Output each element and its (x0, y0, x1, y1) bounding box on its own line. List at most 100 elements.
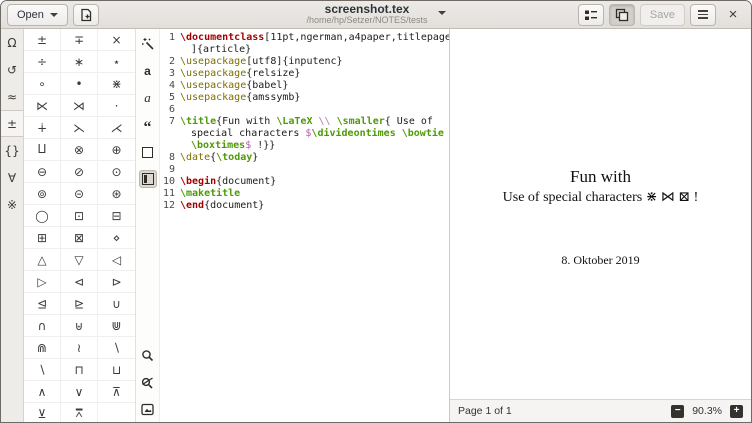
code-line[interactable]: 12\end{document} (160, 200, 449, 212)
code-line[interactable]: \boxtimes$ !}} (160, 140, 449, 152)
code-line[interactable]: special characters $\divideontimes \bowt… (160, 128, 449, 140)
symbol-button[interactable]: ÷ (24, 51, 61, 73)
italic-button[interactable]: a (139, 89, 157, 107)
symbol-button[interactable]: ⋇ (98, 73, 135, 95)
code-line[interactable]: 8\date{\today} (160, 152, 449, 164)
sidebar-category-misc-math[interactable]: ∀ (1, 164, 23, 191)
symbol-button[interactable]: ⊼ (98, 381, 135, 403)
symbol-button[interactable]: ∔ (24, 117, 61, 139)
symbol-button[interactable]: ⋆ (98, 51, 135, 73)
code-line[interactable]: 11\maketitle (160, 188, 449, 200)
symbol-button[interactable]: ⊠ (61, 227, 98, 249)
symbol-button[interactable]: ⊕ (98, 139, 135, 161)
symbol-button[interactable]: ∘ (24, 73, 61, 95)
symbol-button[interactable]: ⊟ (98, 205, 135, 227)
symbol-button[interactable]: ⊳ (98, 271, 135, 293)
symbol-button[interactable]: ⊘ (61, 161, 98, 183)
zoom-in-button[interactable]: + (730, 405, 743, 418)
code-line[interactable]: 5\usepackage{amssymb} (160, 92, 449, 104)
symbol-button[interactable]: ⊖ (24, 161, 61, 183)
insert-image-button[interactable] (139, 400, 157, 418)
code-line[interactable]: 6 (160, 104, 449, 116)
code-line[interactable]: 2\usepackage[utf8]{inputenc} (160, 56, 449, 68)
symbol-button[interactable]: ∧ (24, 381, 61, 403)
symbol-button[interactable]: • (61, 73, 98, 95)
wizard-button[interactable] (139, 35, 157, 53)
symbol-button[interactable]: ∪ (98, 293, 135, 315)
symbol-button[interactable]: ⋒ (24, 337, 61, 359)
symbol-button[interactable]: ▽ (61, 249, 98, 271)
symbol-button[interactable]: ⋌ (98, 117, 135, 139)
symbol-button[interactable]: ⊝ (61, 183, 98, 205)
symbol-button[interactable]: ⊵ (61, 293, 98, 315)
code-line[interactable]: 1\documentclass[11pt,ngerman,a4paper,tit… (160, 32, 449, 44)
window-close-button[interactable]: × (721, 7, 745, 22)
symbol-button[interactable]: ⊔ (98, 359, 135, 381)
symbol-button[interactable]: ⩞ (61, 403, 98, 422)
symbol-button[interactable]: ⋓ (98, 315, 135, 337)
symbol-button[interactable]: ⊓ (61, 359, 98, 381)
symbol-button[interactable]: ⋉ (24, 95, 61, 117)
documents-list-button[interactable] (578, 4, 604, 26)
symbol-button[interactable]: ± (24, 29, 61, 51)
symbol-button[interactable]: ◯ (24, 205, 61, 227)
zoom-out-button[interactable]: − (671, 405, 684, 418)
new-document-button[interactable] (73, 4, 99, 26)
symbol-button[interactable]: ⊴ (24, 293, 61, 315)
sidebar-category-misc-symbols[interactable]: ※ (1, 191, 23, 218)
sidebar-category-brackets[interactable]: {} (1, 137, 23, 164)
symbol-button[interactable]: ⊗ (61, 139, 98, 161)
search-button[interactable] (139, 346, 157, 364)
symbol-button[interactable]: ⊡ (61, 205, 98, 227)
code-line[interactable]: ]{article} (160, 44, 449, 56)
save-button[interactable]: Save (640, 4, 685, 26)
symbol-button[interactable]: ⋊ (61, 95, 98, 117)
symbol-button[interactable]: △ (24, 249, 61, 271)
symbol-button[interactable]: ⊻ (24, 403, 61, 422)
symbol-button[interactable]: ≀ (61, 337, 98, 359)
symbol-button[interactable]: ⊙ (98, 161, 135, 183)
symbol-button[interactable]: ⊛ (98, 183, 135, 205)
document-switcher[interactable]: screenshot.tex /home/hp/Setzer/NOTES/tes… (306, 3, 445, 26)
symbol-button[interactable]: ∖ (24, 359, 61, 381)
symbol-button[interactable]: ▷ (24, 271, 61, 293)
symbol-button[interactable]: ⨿ (24, 139, 61, 161)
code-line[interactable]: 4\usepackage{babel} (160, 80, 449, 92)
line-number: 12 (160, 200, 180, 212)
find-replace-button[interactable] (139, 373, 157, 391)
page-layout-button[interactable] (139, 170, 157, 188)
sidebar-category-operators[interactable]: ± (1, 110, 23, 137)
quotes-button[interactable]: “ (139, 116, 157, 134)
symbol-button[interactable]: ◁ (98, 249, 135, 271)
sidebar-category-arrows[interactable]: ↺ (1, 56, 23, 83)
symbols-grid: ±∓× ÷∗⋆ ∘•⋇ ⋉⋊⋅ ∔⋋⋌ ⨿⊗⊕ ⊖⊘⊙ ⊚⊝⊛ ◯⊡⊟ ⊞⊠⋄ △▽◁ ▷⊲⊳ ⊴⊵∪ ∩… (24, 29, 136, 422)
symbol-button[interactable]: ⊎ (61, 315, 98, 337)
bold-button[interactable]: a (139, 62, 157, 80)
source-editor[interactable]: 1\documentclass[11pt,ngerman,a4paper,tit… (160, 29, 449, 422)
symbol-button[interactable]: ∗ (61, 51, 98, 73)
preview-toggle-button[interactable] (609, 4, 635, 26)
symbol-button[interactable]: ⊞ (24, 227, 61, 249)
symbol-button[interactable]: ∨ (61, 381, 98, 403)
sidebar-category-relations[interactable]: ≈ (1, 83, 23, 110)
symbol-button[interactable]: ∖ (98, 337, 135, 359)
symbol-button[interactable]: ⋅ (98, 95, 135, 117)
code-line[interactable]: 7\title{Fun with \LaTeX \\ \smaller{ Use… (160, 116, 449, 128)
sidebar-category-greek-letters[interactable]: Ω (1, 29, 23, 56)
symbol-button[interactable]: ⋄ (98, 227, 135, 249)
open-button[interactable]: Open (7, 4, 68, 26)
preview-statusbar: Page 1 of 1 − 90.3% + (450, 399, 751, 422)
code-line[interactable]: 3\usepackage{relsize} (160, 68, 449, 80)
code-line[interactable]: 10\begin{document} (160, 176, 449, 188)
symbol-button[interactable]: ∩ (24, 315, 61, 337)
symbol-button[interactable]: × (98, 29, 135, 51)
frame-button[interactable] (139, 143, 157, 161)
symbol-button[interactable]: ⋋ (61, 117, 98, 139)
symbol-button[interactable]: ⊲ (61, 271, 98, 293)
symbol-button[interactable]: ⊚ (24, 183, 61, 205)
symbol-button[interactable] (98, 403, 135, 422)
code-line[interactable]: 9 (160, 164, 449, 176)
menu-button[interactable] (690, 4, 716, 26)
code-text: \maketitle (180, 188, 240, 200)
symbol-button[interactable]: ∓ (61, 29, 98, 51)
